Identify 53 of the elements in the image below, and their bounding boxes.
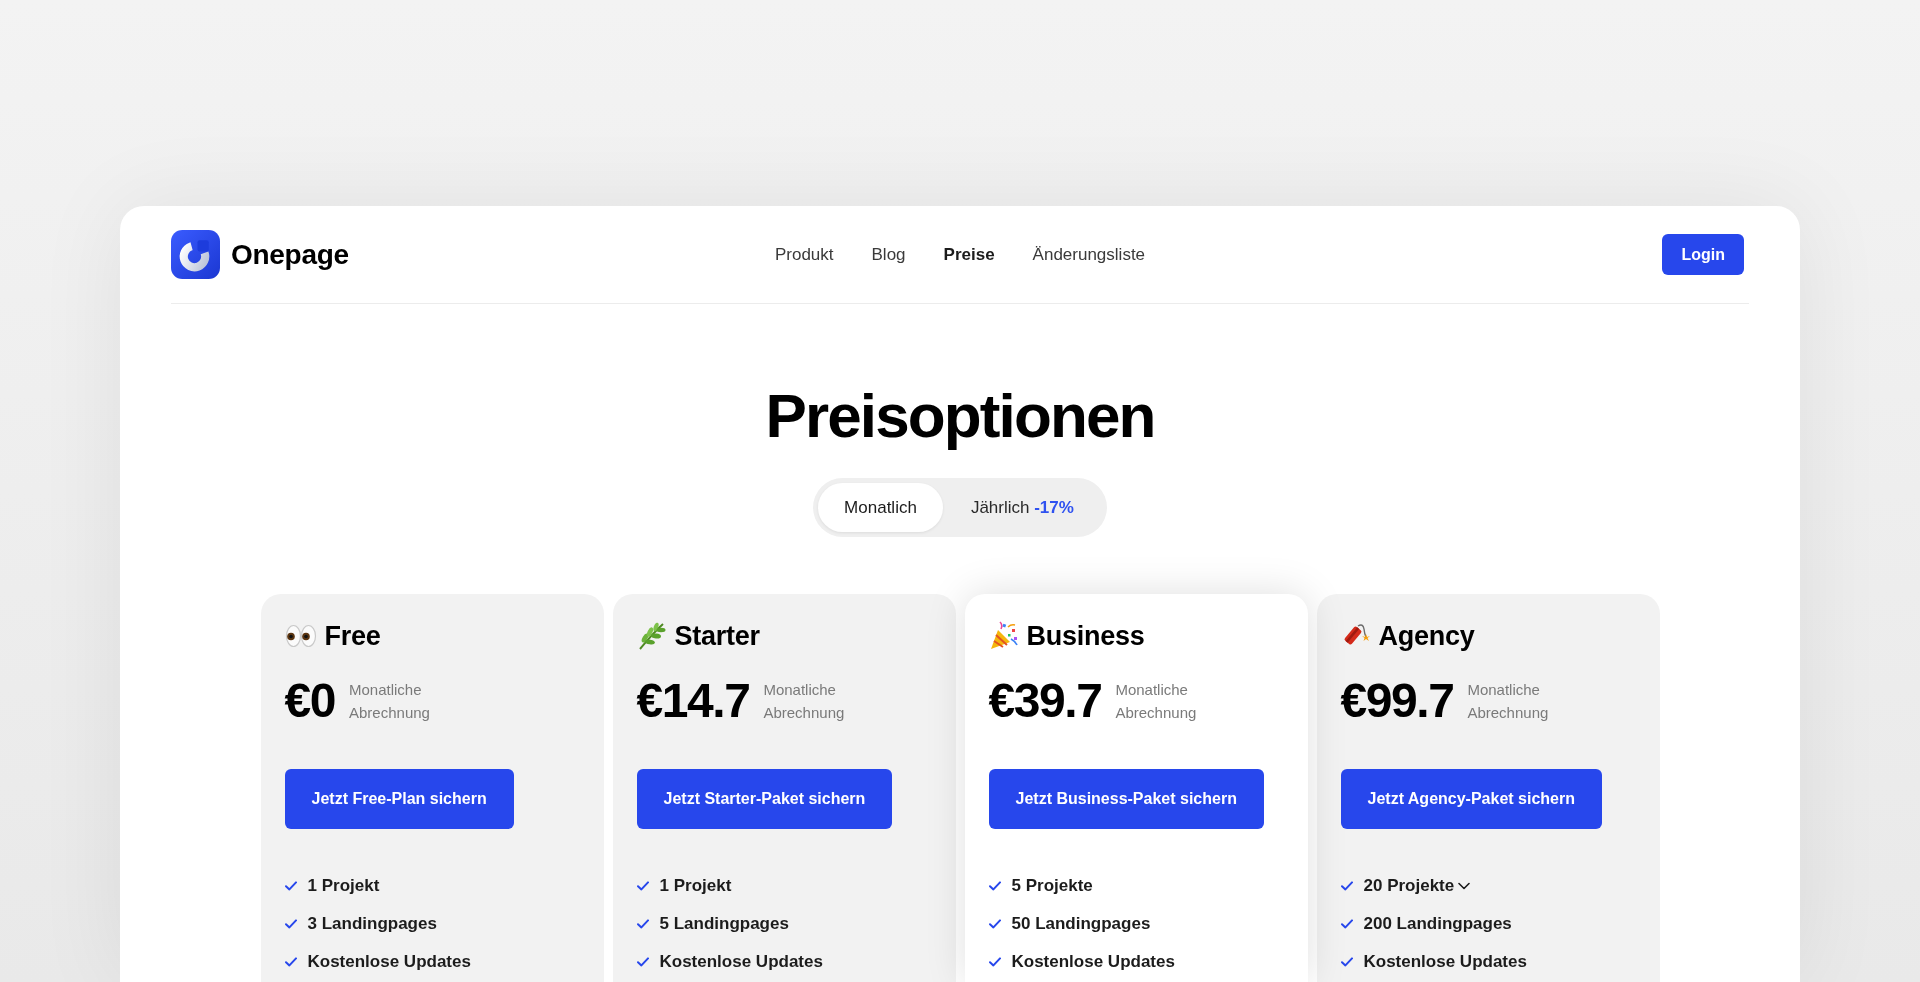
feature-label: Kostenlose Updates: [659, 951, 823, 973]
billing-note: Monatliche Abrechnung: [763, 680, 846, 723]
projects-dropdown[interactable]: 20 Projekte: [1363, 874, 1471, 898]
nav-link[interactable]: Produkt: [774, 241, 834, 268]
billing-option[interactable]: Monatlich: [818, 483, 943, 532]
plan-name: Agency: [1378, 620, 1475, 652]
feature-label: 5 Landingpages: [659, 913, 789, 935]
billing-note: Monatliche Abrechnung: [1467, 680, 1550, 723]
check-icon: [1340, 919, 1353, 929]
plan-price: €39.7: [988, 677, 1102, 725]
plan-price: €14.7: [636, 677, 750, 725]
check-icon: [1340, 957, 1353, 967]
check-icon: [636, 919, 649, 929]
billing-option[interactable]: Jährlich -17%: [942, 483, 1102, 532]
plan-name: Starter: [674, 620, 760, 652]
login-button[interactable]: Login: [1662, 234, 1744, 275]
plan-name: Business: [1026, 620, 1145, 652]
nav-link[interactable]: Blog: [871, 241, 906, 268]
billing-note: Monatliche Abrechnung: [349, 680, 431, 723]
get-plan-button[interactable]: Jetzt Free-Plan sichern: [284, 769, 514, 829]
feature-label: 1 Projekt: [659, 875, 732, 897]
plan-name: Free: [324, 620, 381, 652]
feature-label: 3 Landingpages: [307, 913, 437, 935]
check-icon: [1340, 881, 1353, 891]
check-icon: [636, 957, 649, 967]
feature-label: Kostenlose Updates: [1011, 951, 1175, 973]
logo-icon[interactable]: [171, 230, 220, 279]
get-plan-button[interactable]: Jetzt Business-Paket sichern: [988, 769, 1264, 829]
party-popper-icon: [988, 621, 1019, 651]
plan-price: €99.7: [1340, 677, 1454, 725]
chevron-down-icon: [1458, 882, 1471, 890]
check-icon: [988, 919, 1001, 929]
brand-name: Onepage: [231, 240, 349, 269]
eyes-icon: [284, 624, 317, 648]
get-plan-button[interactable]: Jetzt Agency-Paket sichern: [1340, 769, 1602, 829]
check-icon: [636, 881, 649, 891]
get-plan-button[interactable]: Jetzt Starter-Paket sichern: [636, 769, 893, 829]
check-icon: [284, 957, 297, 967]
check-icon: [284, 919, 297, 929]
feature-label: 5 Projekte: [1011, 875, 1093, 897]
nav-link[interactable]: Änderungsliste: [1032, 241, 1146, 268]
feature-label: 1 Projekt: [307, 875, 380, 897]
plan-price: €0: [284, 677, 335, 725]
check-icon: [988, 957, 1001, 967]
check-icon: [284, 881, 297, 891]
leaf-icon: [636, 621, 667, 651]
check-icon: [988, 881, 1001, 891]
billing-note: Monatliche Abrechnung: [1115, 680, 1198, 723]
feature-label: Kostenlose Updates: [307, 951, 471, 973]
nav-link[interactable]: Preise: [943, 241, 995, 268]
feature-label: Kostenlose Updates: [1363, 951, 1527, 973]
feature-label: 200 Landingpages: [1363, 913, 1512, 935]
feature-label: 50 Landingpages: [1011, 913, 1151, 935]
